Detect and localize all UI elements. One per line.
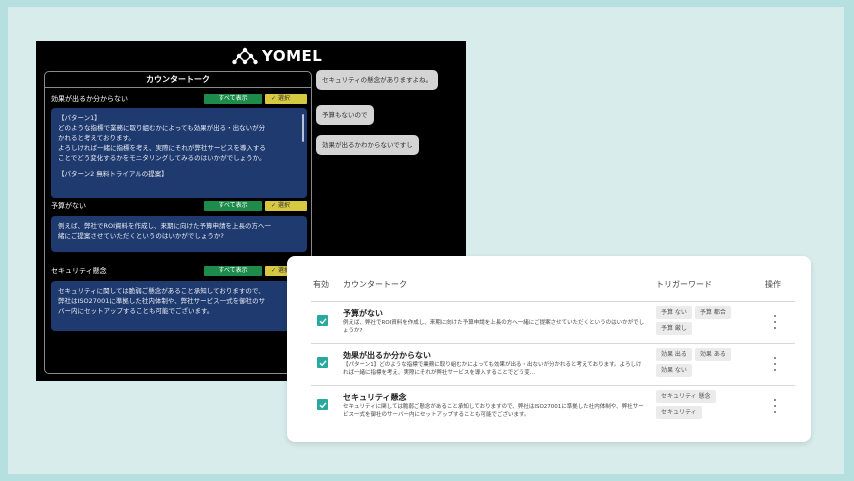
select-button[interactable]: ✓ 選択 — [265, 201, 307, 211]
card-line: どのような指標で業務に取り組むかによっても効果が出る・出ないが分 — [58, 124, 266, 132]
card-line: かれると考えております。 — [58, 134, 135, 142]
panel-title: カウンタートーク — [45, 72, 311, 88]
chat-bubble: セキュリティの懸念がありますよね。 — [316, 70, 439, 90]
trigger-word-tag: 効果 ある — [694, 348, 731, 361]
counter-talk-card-effect: 【パターン1】 どのような指標で業務に取り組むかによっても効果が出る・出ないが分… — [51, 108, 307, 198]
check-icon — [319, 401, 327, 408]
section-title: 効果が出るか分からない — [51, 95, 128, 103]
section-header-budget: 予算がない すべて表示 ✓ 選択 — [51, 200, 307, 212]
trigger-word-tags: 効果 出る 効果 ある 効果 ない — [656, 348, 752, 377]
check-icon — [319, 359, 327, 366]
divider — [311, 301, 795, 302]
header-trigger-words: トリガーワード — [656, 280, 712, 289]
header-counter-talk: カウンタートーク — [343, 280, 407, 289]
card-line: ことでどう変化するかをモニタリングしてみるのはいかがでしょうか。 — [58, 154, 266, 162]
table-row: 予算がない 例えば、弊社でROI資料を作成し、来期に向けた予算申請を上長の方へ一… — [287, 303, 811, 343]
card-line: 例えば、弊社でROI資料を作成し、来期に向けた予算申請を上長の方へ一 — [58, 222, 272, 230]
card-line: よろしければ一緒に指標を考え、実際にそれが弊社サービスを導入する — [58, 144, 266, 152]
row-description: セキュリティに関しては脆弱ご懸念があること承知しておりますので、弊社はISO27… — [343, 404, 644, 418]
row-description: 例えば、弊社でROI資料を作成し、来期に向けた予算申請を上長の方へ一緒にご提案さ… — [343, 320, 645, 334]
trigger-word-tag: セキュリティ 懸念 — [656, 390, 716, 403]
section-header-effect: 効果が出るか分からない すべて表示 ✓ 選択 — [51, 93, 307, 105]
more-options-icon[interactable] — [770, 399, 780, 413]
counter-talk-panel: カウンタートーク 効果が出るか分からない すべて表示 ✓ 選択 【パターン1】 … — [44, 71, 312, 374]
trigger-word-tag: 予算 ない — [656, 306, 692, 319]
section-title: セキュリティ懸念 — [51, 267, 107, 275]
logo-text: YOMEL — [262, 47, 323, 65]
card-line: バー内にセットアップすることも可能でございます。 — [58, 307, 214, 315]
select-button[interactable]: ✓ 選択 — [265, 94, 307, 104]
section-header-security: セキュリティ懸念 すべて表示 ✓ 選択 — [51, 265, 307, 277]
row-title: 予算がない — [343, 309, 383, 318]
row-title: セキュリティ懸念 — [343, 393, 407, 402]
chat-bubble: 効果が出るかわからないですし — [316, 135, 419, 155]
row-title: 効果が出るか分からない — [343, 351, 431, 360]
card-scrollbar[interactable] — [302, 114, 304, 142]
enabled-checkbox[interactable] — [317, 357, 328, 368]
table-row: セキュリティ懸念 セキュリティに関しては脆弱ご懸念があること承知しておりますので… — [287, 387, 811, 427]
more-options-icon[interactable] — [770, 315, 780, 329]
show-all-button[interactable]: すべて表示 — [204, 201, 262, 211]
card-line: 【パターン1】 — [58, 114, 101, 122]
counter-talk-table: 有効 カウンタートーク トリガーワード 操作 予算がない 例えば、弊社でROI資… — [287, 256, 811, 442]
trigger-word-tag: 予算 都合 — [694, 306, 731, 319]
trigger-word-tag: 効果 出る — [656, 348, 692, 361]
trigger-word-tag: セキュリティ — [656, 406, 702, 419]
table-row: 効果が出るか分からない 【パターン1】どのような指標で業務に取り組むかによっても… — [287, 345, 811, 385]
show-all-button[interactable]: すべて表示 — [204, 94, 262, 104]
counter-talk-card-security: セキュリティに関しては脆弱ご懸念があること承知しておりますので、 弊社はISO2… — [51, 281, 307, 331]
header-actions: 操作 — [765, 280, 781, 289]
header-enabled: 有効 — [313, 280, 329, 289]
logo: YOMEL — [232, 45, 322, 67]
enabled-checkbox[interactable] — [317, 315, 328, 326]
card-line: 【パターン2 無料トライアルの提案】 — [58, 170, 168, 178]
card-line: 弊社はISO27001に準拠した社内体制や、弊社サービス一式を御社のサ — [58, 297, 266, 305]
enabled-checkbox[interactable] — [317, 399, 328, 410]
trigger-word-tag: 予算 厳し — [656, 322, 692, 335]
divider — [311, 343, 795, 344]
chat-bubble: 予算もないので — [316, 105, 374, 125]
trigger-word-tags: 予算 ない 予算 都合 予算 厳し — [656, 306, 752, 335]
check-icon — [319, 317, 327, 324]
divider — [311, 385, 795, 386]
show-all-button[interactable]: すべて表示 — [204, 266, 262, 276]
row-description: 【パターン1】どのような指標で業務に取り組むかによっても効果が出る・出ないが分か… — [343, 362, 642, 376]
counter-talk-card-budget: 例えば、弊社でROI資料を作成し、来期に向けた予算申請を上長の方へ一 緒にご提案… — [51, 216, 307, 252]
section-title: 予算がない — [51, 202, 86, 210]
yomel-logo-icon — [232, 47, 258, 65]
trigger-word-tag: 効果 ない — [656, 364, 692, 377]
more-options-icon[interactable] — [770, 357, 780, 371]
card-line: 緒にご提案させていただくというのはいかがでしょうか? — [58, 232, 224, 240]
trigger-word-tags: セキュリティ 懸念 セキュリティ — [656, 390, 752, 419]
card-line: セキュリティに関しては脆弱ご懸念があること承知しておりますので、 — [58, 287, 265, 295]
